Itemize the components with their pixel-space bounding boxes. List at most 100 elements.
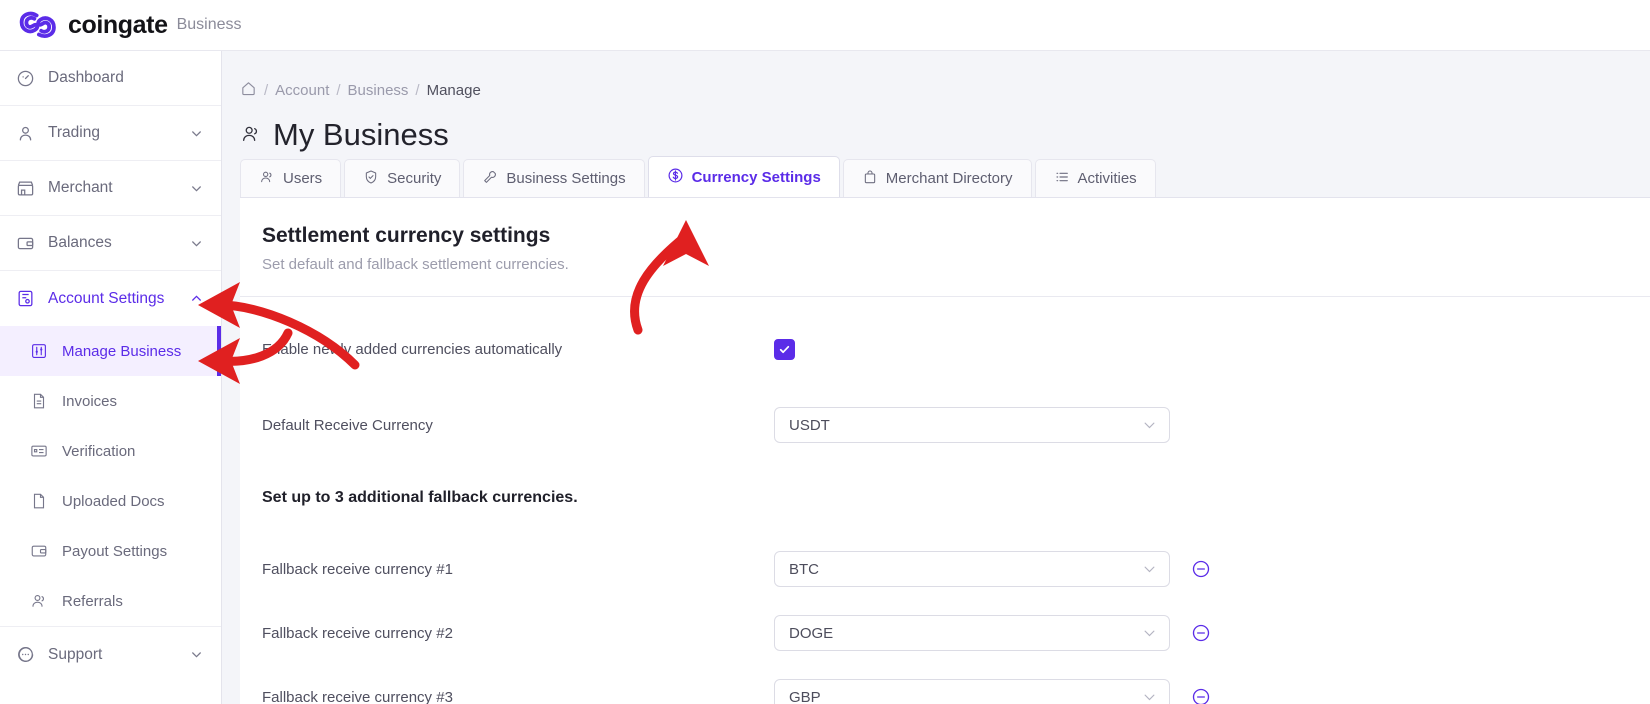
tab-label: Activities [1077,170,1137,187]
sidebar-sublabel: Payout Settings [62,542,168,560]
fallback-1-select[interactable]: BTC [774,551,1170,587]
chevron-down-icon[interactable] [185,182,207,195]
store-icon [14,177,36,199]
dollar-circle-icon [667,167,684,188]
chevron-down-icon[interactable] [185,237,207,250]
sidebar-item-account-settings[interactable]: Account Settings [0,271,221,326]
wallet-icon [14,232,36,254]
coingate-logo-icon[interactable] [18,10,58,40]
sidebar-sublabel: Verification [62,442,136,460]
tab-activities[interactable]: Activities [1034,159,1156,197]
list-icon [1054,169,1070,189]
invoice-doc-icon [28,390,50,412]
enable-auto-checkbox[interactable] [774,338,795,360]
wallet-icon [28,540,50,562]
gauge-icon [14,67,36,89]
sidebar-subitem-referrals[interactable]: Referrals [0,576,221,626]
chevron-down-icon [1142,690,1157,704]
tab-label: Merchant Directory [885,170,1013,187]
page-title: My Business [222,101,1650,153]
page-icon [28,490,50,512]
breadcrumb: / Account / Business / Manage [222,51,1650,101]
panel-title: Settlement currency settings [262,224,551,247]
breadcrumb-item-business[interactable]: Business [348,82,409,99]
person-icon [14,122,36,144]
app-root: coingate Business Dashboard Trading Merc… [0,0,1650,704]
sidebar-label: Support [48,645,103,663]
tab-business-settings[interactable]: Business Settings [463,159,645,197]
tab-users[interactable]: Users [240,159,342,197]
fallback-1-value: BTC [789,560,819,578]
bag-icon [862,169,878,189]
tab-merchant-directory[interactable]: Merchant Directory [842,159,1032,197]
brand-suffix: Business [176,16,242,33]
fallback-2-select[interactable]: DOGE [774,615,1170,651]
brand-name[interactable]: coingate [68,11,168,40]
sidebar-item-trading[interactable]: Trading [0,106,221,161]
tab-label: Currency Settings [691,168,821,186]
sidebar-subitem-verification[interactable]: Verification [0,426,221,476]
tab-label: Users [283,170,323,187]
fallback-3-value: GBP [789,688,821,704]
sidebar-subitem-uploaded-docs[interactable]: Uploaded Docs [0,476,221,526]
sidebar-sublabel: Uploaded Docs [62,492,165,510]
home-icon[interactable] [240,80,257,101]
sidebar-sublabel: Referrals [62,592,123,610]
sidebar-subitem-payout-settings[interactable]: Payout Settings [0,526,221,576]
fallback-1-label: Fallback receive currency #1 [262,560,453,578]
tab-currency-settings[interactable]: Currency Settings [647,156,840,197]
sidebar-item-merchant[interactable]: Merchant [0,161,221,216]
default-currency-select[interactable]: USDT [774,407,1170,443]
fallback-heading: Set up to 3 additional fallback currenci… [262,489,578,506]
wrench-icon [482,169,498,189]
minus-circle-icon[interactable] [1190,558,1212,580]
chevron-up-icon[interactable] [185,292,207,305]
tab-bar: Users Security Business Settings Currenc… [222,153,1650,197]
chat-bubble-icon [14,644,36,666]
tab-security[interactable]: Security [344,159,461,197]
sidebar-label: Balances [48,234,112,251]
panel-subtitle: Set default and fallback settlement curr… [262,256,569,273]
sidebar-label: Account Settings [48,289,165,307]
tab-label: Business Settings [506,170,626,187]
default-currency-label: Default Receive Currency [262,416,433,434]
id-card-icon [28,440,50,462]
sidebar-label: Merchant [48,179,113,196]
tab-label: Security [387,170,442,187]
default-currency-value: USDT [789,416,830,434]
sidebar-sublabel: Manage Business [62,342,182,360]
breadcrumb-item-account[interactable]: Account [275,82,329,99]
fallback-2-value: DOGE [789,624,834,642]
sidebar-item-support[interactable]: Support [0,627,221,682]
chevron-down-icon[interactable] [185,648,207,661]
top-bar: coingate Business [0,0,1650,51]
minus-circle-icon[interactable] [1190,622,1212,644]
sidebar-item-balances[interactable]: Balances [0,216,221,271]
minus-circle-icon[interactable] [1190,686,1212,704]
panel-header: Settlement currency settings Set default… [240,198,1650,273]
row-default-receive-currency: Default Receive Currency USDT [240,401,1650,449]
sidebar-subitem-invoices[interactable]: Invoices [0,376,221,426]
chevron-down-icon[interactable] [185,127,207,140]
people-icon [240,117,262,153]
main-content: / Account / Business / Manage My Busines… [222,51,1650,704]
row-fallback-1: Fallback receive currency #1 BTC [240,545,1650,593]
chevron-down-icon [1142,562,1157,577]
users-icon [259,169,275,189]
fallback-3-label: Fallback receive currency #3 [262,688,453,704]
sidebar-subitem-manage-business[interactable]: Manage Business [0,326,221,376]
fallback-2-label: Fallback receive currency #2 [262,624,453,642]
enable-auto-label: Enable newly added currencies automatica… [262,340,563,358]
sidebar: Dashboard Trading Merchant Balances Acco… [0,51,222,704]
sliders-icon [28,340,50,362]
chevron-down-icon [1142,418,1157,433]
breadcrumb-item-manage[interactable]: Manage [427,82,481,99]
fallback-3-select[interactable]: GBP [774,679,1170,704]
row-enable-auto-currencies: Enable newly added currencies automatica… [240,325,1650,373]
shield-check-icon [363,169,379,189]
sidebar-item-dashboard[interactable]: Dashboard [0,51,221,106]
settlement-panel: Settlement currency settings Set default… [240,197,1650,704]
